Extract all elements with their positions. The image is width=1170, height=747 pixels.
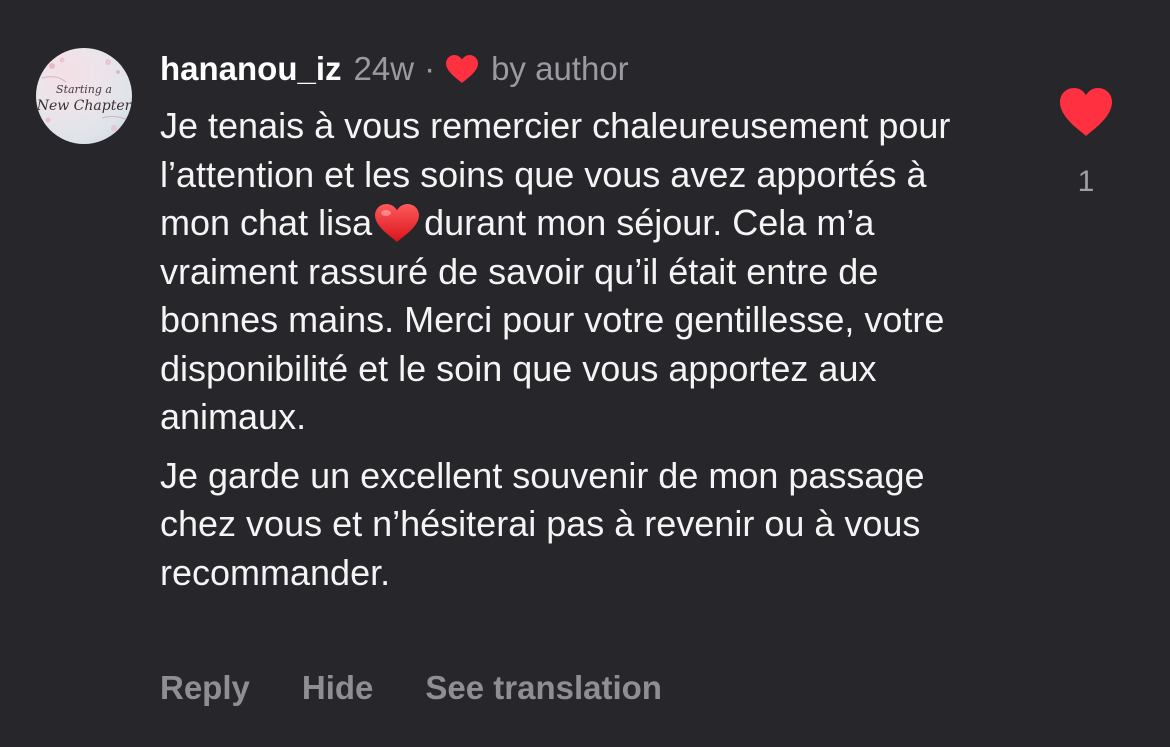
avatar[interactable]: Starting a New Chapter	[36, 48, 132, 144]
comment-paragraph-1: Je tenais à vous remercier chaleureuseme…	[160, 102, 1000, 442]
comment-paragraph-2: Je garde un excellent souvenir de mon pa…	[160, 454, 925, 593]
timestamp: 24w	[353, 50, 415, 87]
red-heart-emoji-icon	[374, 203, 420, 243]
avatar-text-line2: New Chapter	[36, 98, 132, 114]
comment-meta: hananou_iz 24w · by author	[160, 46, 1000, 92]
like-button[interactable]	[1058, 86, 1114, 138]
comment: Starting a New Chapter hananou_iz 24w · …	[0, 0, 1170, 747]
like-count: 1	[1077, 165, 1095, 198]
see-translation-button[interactable]: See translation	[425, 668, 662, 708]
reply-button[interactable]: Reply	[160, 668, 250, 708]
meta-separator: ·	[424, 50, 436, 87]
heart-icon	[1060, 88, 1112, 136]
comment-actions: Reply Hide See translation	[160, 668, 662, 708]
heart-icon	[445, 54, 479, 84]
by-author-label: by author	[491, 50, 629, 87]
avatar-text-line1: Starting a	[56, 83, 112, 96]
hide-button[interactable]: Hide	[302, 668, 374, 708]
comment-text: Je tenais à vous remercier chaleureuseme…	[160, 102, 1000, 597]
avatar-image: Starting a New Chapter	[36, 57, 132, 131]
comment-body: hananou_iz 24w · by author Je tenais à v…	[160, 46, 1000, 597]
username[interactable]: hananou_iz	[160, 46, 342, 92]
